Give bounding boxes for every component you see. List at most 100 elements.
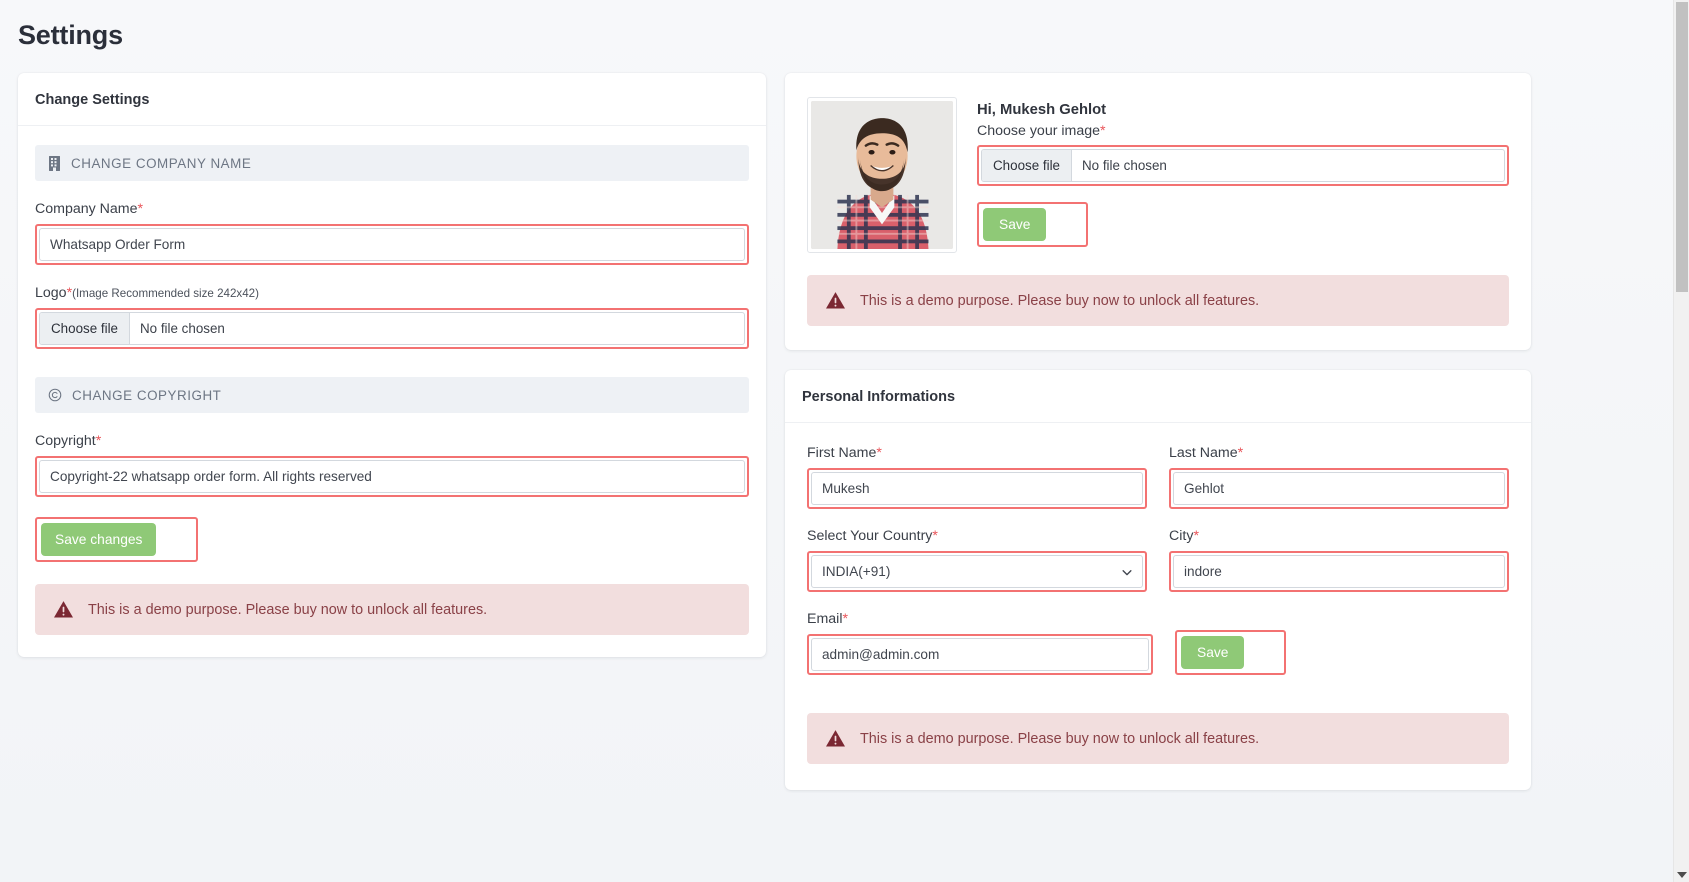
page-scrollbar[interactable] <box>1673 0 1689 882</box>
first-name-label: First Name* <box>807 445 1147 461</box>
company-name-group: Company Name* <box>35 201 749 265</box>
city-label-text: City <box>1169 528 1194 544</box>
save-changes-row: Save changes <box>35 517 749 563</box>
copyright-label: Copyright* <box>35 433 749 449</box>
city-group: City* <box>1169 528 1509 592</box>
required-asterisk: * <box>137 201 144 217</box>
profile-card: Hi, Mukesh Gehlot Choose your image* Cho… <box>785 73 1531 350</box>
logo-label-text: Logo <box>35 285 67 301</box>
copyright-highlight <box>35 456 749 497</box>
company-name-highlight <box>35 224 749 265</box>
last-name-label-text: Last Name <box>1169 445 1238 461</box>
country-group: Select Your Country* INDIA(+91) <box>807 528 1147 592</box>
building-icon <box>48 155 61 171</box>
email-save-row: Email* Save <box>807 611 1509 675</box>
scroll-down-arrow-icon[interactable] <box>1677 872 1687 878</box>
left-column: Change Settings CHANGE COMPANY NAME Comp… <box>18 73 766 658</box>
page-viewport: Settings Change Settings CHANGE COMPANY … <box>0 0 1673 882</box>
profile-choose-file-button[interactable]: Choose file <box>982 150 1072 181</box>
logo-hint: (Image Recommended size 242x42) <box>72 287 259 300</box>
email-label-text: Email <box>807 611 843 627</box>
logo-file-status: No file chosen <box>140 321 225 336</box>
country-highlight: INDIA(+91) <box>807 551 1147 592</box>
copyright-label-text: Copyright <box>35 433 96 449</box>
change-settings-card-body: CHANGE COMPANY NAME Company Name* Whatsa… <box>18 126 766 657</box>
save-changes-button[interactable]: Save changes <box>41 523 157 557</box>
first-name-input[interactable] <box>811 472 1143 505</box>
choose-image-label-text: Choose your image <box>977 123 1101 139</box>
country-label: Select Your Country* <box>807 528 1147 544</box>
demo-alert-text: This is a demo purpose. Please buy now t… <box>860 730 1260 747</box>
scrollbar-thumb[interactable] <box>1676 2 1688 292</box>
country-select[interactable]: INDIA(+91) <box>811 555 1143 588</box>
demo-alert-text: This is a demo purpose. Please buy now t… <box>88 601 488 618</box>
first-name-label-text: First Name <box>807 445 877 461</box>
copyright-group: Copyright* <box>35 433 749 497</box>
email-label: Email* <box>807 611 1153 627</box>
personal-info-grid: First Name* Last Name* <box>807 445 1509 592</box>
required-asterisk: * <box>1193 528 1199 544</box>
right-column: Hi, Mukesh Gehlot Choose your image* Cho… <box>785 73 1531 790</box>
demo-alert-personal: This is a demo purpose. Please buy now t… <box>807 713 1509 764</box>
last-name-group: Last Name* <box>1169 445 1509 509</box>
last-name-label: Last Name* <box>1169 445 1509 461</box>
logo-file-highlight: Choose file No file chosen <box>35 308 749 349</box>
first-name-highlight <box>807 468 1147 509</box>
personal-save-button[interactable]: Save <box>1181 635 1245 669</box>
change-settings-card: Change Settings CHANGE COMPANY NAME Comp… <box>18 73 766 658</box>
logo-label: Logo*(Image Recommended size 242x42) <box>35 285 749 301</box>
change-settings-card-title: Change Settings <box>18 73 766 126</box>
country-label-text: Select Your Country <box>807 528 933 544</box>
company-name-label-text: Company Name <box>35 201 138 217</box>
required-asterisk: * <box>876 445 882 461</box>
required-asterisk: * <box>842 611 849 627</box>
personal-save-highlight: Save <box>1175 629 1287 675</box>
profile-row: Hi, Mukesh Gehlot Choose your image* Cho… <box>807 97 1509 253</box>
personal-save-wrap: Save <box>1175 629 1287 675</box>
greeting-text: Hi, Mukesh Gehlot <box>977 102 1107 118</box>
personal-information-card-title: Personal Informations <box>785 370 1531 423</box>
email-input[interactable] <box>811 638 1149 671</box>
demo-alert-text: This is a demo purpose. Please buy now t… <box>860 292 1260 309</box>
warning-triangle-icon <box>825 729 846 748</box>
settings-layout: Change Settings CHANGE COMPANY NAME Comp… <box>0 51 1673 790</box>
city-highlight <box>1169 551 1509 592</box>
demo-alert-left: This is a demo purpose. Please buy now t… <box>35 584 749 636</box>
required-asterisk: * <box>932 528 938 544</box>
profile-file-status: No file chosen <box>1082 158 1167 173</box>
copyright-input[interactable] <box>39 460 745 493</box>
choose-image-label: Choose your image* <box>977 123 1509 139</box>
company-name-label: Company Name* <box>35 201 749 217</box>
profile-save-highlight: Save <box>977 202 1089 248</box>
logo-choose-file-button[interactable]: Choose file <box>40 313 130 344</box>
last-name-input[interactable] <box>1173 472 1505 505</box>
warning-triangle-icon <box>825 291 846 310</box>
chevron-down-icon <box>1121 566 1132 577</box>
city-input[interactable] <box>1173 555 1505 588</box>
profile-save-row: Save <box>977 202 1509 248</box>
required-asterisk: * <box>95 433 102 449</box>
section-change-copyright: CHANGE COPYRIGHT <box>35 377 749 413</box>
warning-triangle-icon <box>53 600 74 619</box>
section-label: CHANGE COMPANY NAME <box>71 155 252 171</box>
profile-details: Hi, Mukesh Gehlot Choose your image* Cho… <box>977 97 1509 248</box>
personal-information-card-body: First Name* Last Name* <box>785 423 1531 790</box>
required-asterisk: * <box>1100 123 1106 139</box>
country-selected-value: INDIA(+91) <box>822 564 891 579</box>
last-name-highlight <box>1169 468 1509 509</box>
profile-image-highlight: Choose file No file chosen <box>977 145 1509 186</box>
demo-alert-profile: This is a demo purpose. Please buy now t… <box>807 275 1509 326</box>
page-title: Settings <box>18 20 123 50</box>
company-name-input[interactable] <box>39 228 745 261</box>
email-highlight <box>807 634 1153 675</box>
required-asterisk: * <box>1237 445 1244 461</box>
logo-group: Logo*(Image Recommended size 242x42) Cho… <box>35 285 749 349</box>
profile-image-file-input[interactable]: Choose file No file chosen <box>981 149 1505 182</box>
section-change-company-name: CHANGE COMPANY NAME <box>35 145 749 181</box>
copyright-icon <box>48 388 62 402</box>
city-label: City* <box>1169 528 1509 544</box>
section-label: CHANGE COPYRIGHT <box>72 387 222 403</box>
profile-save-button[interactable]: Save <box>983 208 1047 242</box>
logo-file-input[interactable]: Choose file No file chosen <box>39 312 745 345</box>
email-group: Email* <box>807 611 1153 675</box>
